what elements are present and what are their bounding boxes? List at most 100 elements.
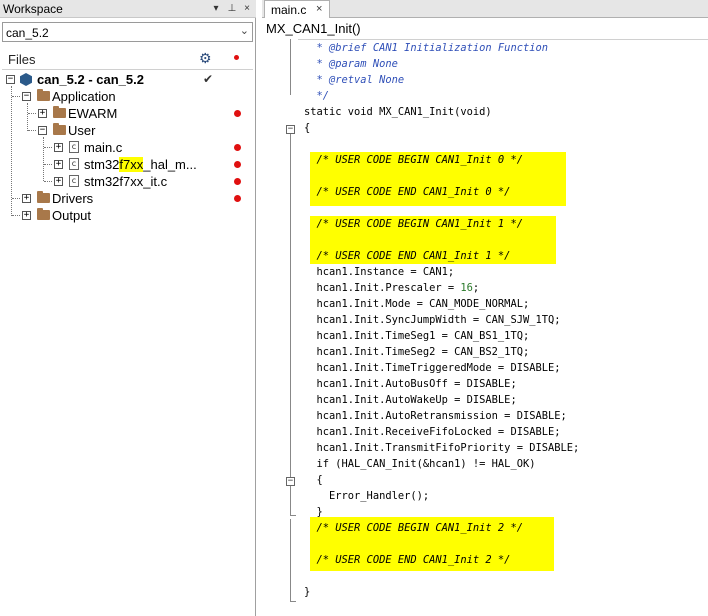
- files-header: Files ⚙: [2, 49, 253, 70]
- error-dot-icon: [234, 110, 241, 117]
- tree-item-user[interactable]: − User: [0, 122, 256, 139]
- chevron-down-icon[interactable]: ⌄: [240, 24, 249, 37]
- fold-line: [290, 519, 291, 601]
- fold-toggle-icon[interactable]: −: [286, 125, 295, 134]
- close-icon[interactable]: ×: [240, 1, 254, 16]
- search-highlight: f7xx: [119, 157, 144, 172]
- close-icon[interactable]: ×: [316, 3, 322, 15]
- dropdown-arrow-icon[interactable]: ▾: [209, 1, 223, 16]
- fold-toggle-icon[interactable]: −: [286, 477, 295, 486]
- error-dot-icon: [234, 161, 241, 168]
- code-line: hcan1.Init.Prescaler = 16;: [304, 282, 480, 294]
- c-file-icon: c: [69, 158, 79, 170]
- expand-toggle-icon[interactable]: +: [22, 211, 31, 220]
- code-line: }: [304, 586, 311, 598]
- status-dot-icon: [234, 55, 239, 60]
- code-line: hcan1.Init.ReceiveFifoLocked = DISABLE;: [304, 426, 561, 438]
- collapse-toggle-icon[interactable]: −: [22, 92, 31, 101]
- folder-icon: [53, 123, 66, 135]
- project-icon: [20, 73, 32, 86]
- code-line: * @brief CAN1 Initialization Function: [304, 42, 548, 54]
- folder-icon: [53, 106, 66, 118]
- tree-item-drivers[interactable]: + Drivers: [0, 190, 256, 207]
- folder-icon: [37, 191, 50, 203]
- code-line: hcan1.Init.AutoBusOff = DISABLE;: [304, 378, 517, 390]
- project-select[interactable]: can_5.2 ⌄: [2, 22, 253, 42]
- tab-label: main.c: [271, 3, 307, 17]
- collapse-toggle-icon[interactable]: −: [38, 126, 47, 135]
- gear-icon[interactable]: ⚙: [199, 50, 212, 67]
- code-line: hcan1.Init.TimeSeg1 = CAN_BS1_1TQ;: [304, 330, 530, 342]
- workspace-panel: Workspace ▾ ⊥ × can_5.2 ⌄ Files ⚙ − can_…: [0, 0, 256, 616]
- code-line: hcan1.Init.AutoWakeUp = DISABLE;: [304, 394, 517, 406]
- c-file-icon: c: [69, 141, 79, 153]
- tree-item-label: EWARM: [68, 106, 118, 121]
- tree-item-ewarm[interactable]: + EWARM: [0, 105, 256, 122]
- tree-item-label: main.c: [84, 140, 123, 155]
- code-line: /* USER CODE BEGIN CAN1_Init 1 */: [304, 218, 523, 230]
- current-function: MX_CAN1_Init(): [266, 21, 361, 36]
- expand-toggle-icon[interactable]: +: [54, 160, 63, 169]
- code-line: if (HAL_CAN_Init(&hcan1) != HAL_OK): [304, 458, 536, 470]
- fold-end: [290, 515, 296, 516]
- fold-line: [290, 39, 291, 95]
- tree-item-label: Drivers: [52, 191, 94, 206]
- project-select-value: can_5.2: [6, 26, 49, 40]
- code-line: hcan1.Init.Mode = CAN_MODE_NORMAL;: [304, 298, 530, 310]
- code-line: */: [304, 90, 330, 102]
- code-line: /* USER CODE END CAN1_Init 1 */: [304, 250, 511, 262]
- tree-item-label: can_5.2 - can_5.2: [37, 72, 144, 87]
- expand-toggle-icon[interactable]: +: [38, 109, 47, 118]
- code-token: ;: [472, 282, 480, 294]
- tree-item-label: stm32f7xx_it.c: [84, 174, 168, 189]
- folder-icon: [37, 89, 50, 101]
- code-line: hcan1.Init.TimeSeg2 = CAN_BS2_1TQ;: [304, 346, 530, 358]
- code-line: /* USER CODE END CAN1_Init 0 */: [304, 186, 511, 198]
- tree-item-label: stm32f7xx_hal_m...: [84, 157, 197, 172]
- workspace-title: Workspace: [3, 2, 63, 16]
- collapse-toggle-icon[interactable]: −: [6, 75, 15, 84]
- fold-end: [290, 601, 296, 602]
- code-line: /* USER CODE END CAN1_Init 2 */: [304, 554, 511, 566]
- expand-toggle-icon[interactable]: +: [22, 194, 31, 203]
- tree-item-application[interactable]: − Application: [0, 88, 256, 105]
- code-line: {: [304, 122, 311, 134]
- tree-item-label: Application: [52, 89, 116, 104]
- editor-panel: main.c × MX_CAN1_Init() − − * @brief CAN…: [262, 0, 708, 616]
- error-dot-icon: [234, 195, 241, 202]
- code-line: hcan1.Init.SyncJumpWidth = CAN_SJW_1TQ;: [304, 314, 561, 326]
- code-line: * @retval None: [304, 74, 405, 86]
- code-line: * @param None: [304, 58, 398, 70]
- pin-icon[interactable]: ⊥: [225, 1, 239, 16]
- tree-item-label: Output: [52, 208, 92, 223]
- error-dot-icon: [234, 144, 241, 151]
- code-line: static void MX_CAN1_Init(void): [304, 106, 492, 118]
- code-gutter: − −: [262, 39, 298, 616]
- workspace-title-bar: Workspace ▾ ⊥ ×: [0, 0, 256, 18]
- tree-item-main-c[interactable]: + c main.c: [0, 139, 256, 156]
- code-line: hcan1.Instance = CAN1;: [304, 266, 455, 278]
- function-navigation-bar[interactable]: MX_CAN1_Init(): [262, 18, 708, 40]
- expand-toggle-icon[interactable]: +: [54, 177, 63, 186]
- fold-line: [290, 134, 291, 516]
- error-dot-icon: [234, 178, 241, 185]
- code-number: 16: [460, 282, 473, 294]
- checkmark-icon: ✔: [203, 72, 214, 86]
- code-line: hcan1.Init.AutoRetransmission = DISABLE;: [304, 410, 567, 422]
- tree-item-it-c[interactable]: + c stm32f7xx_it.c: [0, 173, 256, 190]
- code-line: {: [304, 474, 323, 486]
- code-line: /* USER CODE BEGIN CAN1_Init 0 */: [304, 154, 523, 166]
- files-label: Files: [8, 52, 36, 67]
- tree-item-output[interactable]: + Output: [0, 207, 256, 224]
- folder-icon: [37, 208, 50, 220]
- expand-toggle-icon[interactable]: +: [54, 143, 63, 152]
- code-line: /* USER CODE BEGIN CAN1_Init 2 */: [304, 522, 523, 534]
- code-line: hcan1.Init.TimeTriggeredMode = DISABLE;: [304, 362, 561, 374]
- tree-item-hal-msp[interactable]: + c stm32f7xx_hal_m...: [0, 156, 256, 173]
- tree-item-label: User: [68, 123, 96, 138]
- tab-main-c[interactable]: main.c ×: [264, 0, 330, 18]
- tree-item-root[interactable]: − can_5.2 - can_5.2 ✔: [0, 71, 256, 88]
- code-line: }: [304, 506, 323, 518]
- code-line: hcan1.Init.TransmitFifoPriority = DISABL…: [304, 442, 580, 454]
- code-line: Error_Handler();: [304, 490, 430, 502]
